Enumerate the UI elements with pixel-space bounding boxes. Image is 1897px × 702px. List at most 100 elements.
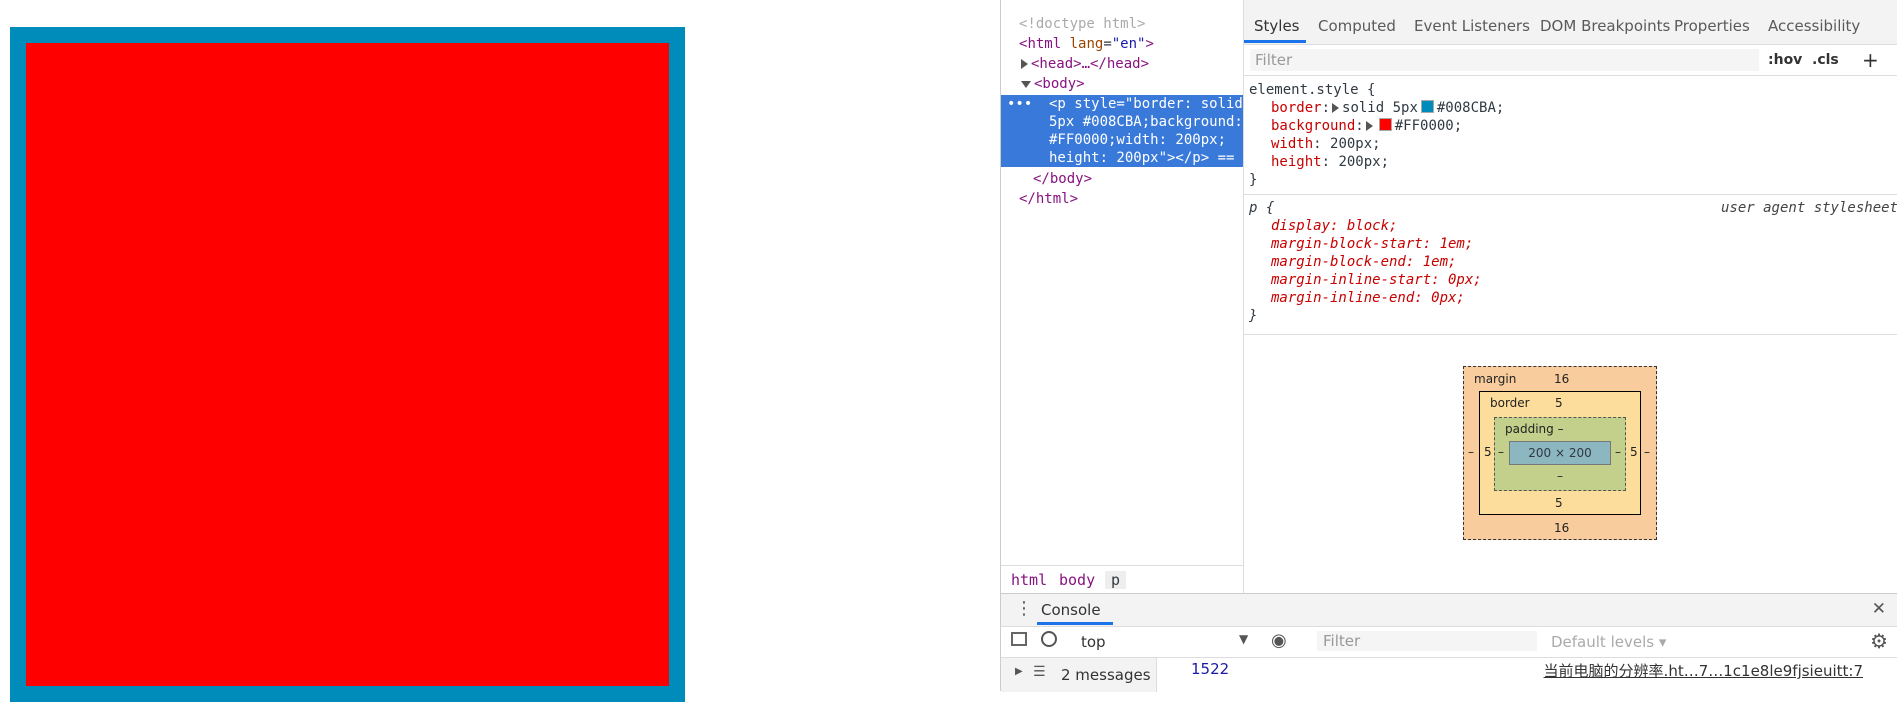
log-source-link[interactable]: 当前电脑的分辨率.ht…7…1c1e8le9fjsieuitt:7 xyxy=(1544,660,1863,681)
clear-console-icon[interactable] xyxy=(1041,631,1057,647)
console-tab-bar: ⋮ Console ✕ xyxy=(1001,594,1897,627)
crumb-body[interactable]: body xyxy=(1059,571,1095,589)
expand-border-icon[interactable] xyxy=(1332,103,1340,113)
color-swatch-icon[interactable] xyxy=(1378,118,1392,131)
dom-doctype: <!doctype html> xyxy=(1019,16,1146,32)
border-left-value[interactable]: 5 xyxy=(1484,445,1492,459)
list-icon: ☰ xyxy=(1033,664,1046,680)
box-model-diagram: margin 16 16 – – border 5 5 5 5 padding … xyxy=(1463,366,1657,540)
eye-icon[interactable]: ◉ xyxy=(1271,630,1287,651)
styles-pane: Styles Computed Event Listeners DOM Brea… xyxy=(1244,0,1897,593)
chevron-down-icon[interactable]: ▼ xyxy=(1239,632,1248,646)
background-prop-name: background xyxy=(1271,118,1356,134)
log-levels-dropdown[interactable]: Default levels ▾ xyxy=(1551,633,1666,651)
ua-margin-block-end: margin-block-end: 1em; xyxy=(1271,254,1457,270)
margin-label: margin xyxy=(1474,372,1517,386)
page-viewport xyxy=(0,0,1000,702)
head-tag: <head>…</head> xyxy=(1031,56,1150,72)
console-drawer: ⋮ Console ✕ top ▼ ◉ Filter Default level… xyxy=(1001,593,1897,692)
hov-button[interactable]: :hov xyxy=(1768,52,1802,68)
border-top-value[interactable]: 5 xyxy=(1555,396,1563,410)
tab-event-listeners[interactable]: Event Listeners xyxy=(1414,17,1530,35)
padding-bottom-value[interactable]: – xyxy=(1557,469,1563,483)
padding-label: padding – xyxy=(1505,422,1564,436)
devtools-panel: <!doctype html> <html lang="en"> <head>…… xyxy=(1000,0,1897,692)
styles-tab-bar: Styles Computed Event Listeners DOM Brea… xyxy=(1244,0,1897,45)
breadcrumb: html body p xyxy=(1001,565,1243,594)
color-swatch-icon[interactable] xyxy=(1420,100,1434,113)
dom-body-open[interactable]: <body> xyxy=(1021,75,1085,93)
dom-selected-p[interactable]: ••• <p style="border: solid 5px #008CBA;… xyxy=(1001,95,1260,167)
ua-close-brace: } xyxy=(1249,308,1258,324)
ua-selector: p { xyxy=(1249,200,1275,216)
dom-html-close[interactable]: </html> xyxy=(1019,190,1078,208)
ua-display: display: block; xyxy=(1271,218,1398,234)
body-tag: <body> xyxy=(1034,76,1085,92)
height-prop-name: height xyxy=(1271,154,1322,170)
sidebar-toggle-icon[interactable] xyxy=(1011,632,1027,646)
background-declaration[interactable]: background: #FF0000; xyxy=(1271,117,1462,135)
context-selector[interactable]: top xyxy=(1081,633,1106,651)
html-lang-attr: lang xyxy=(1069,36,1104,52)
ua-margin-inline-start: margin-inline-start: 0px; xyxy=(1271,272,1482,288)
width-prop-name: width xyxy=(1271,136,1314,152)
new-rule-button[interactable]: + xyxy=(1862,48,1879,72)
selected-line-1: <p style="border: solid xyxy=(1049,96,1243,112)
dom-head-collapsed[interactable]: <head>…</head> xyxy=(1021,55,1149,73)
log-value: 1522 xyxy=(1191,660,1230,678)
tab-styles[interactable]: Styles xyxy=(1254,17,1300,35)
rule-close-brace: } xyxy=(1249,172,1258,188)
height-prop-value: 200px; xyxy=(1338,154,1390,170)
margin-bottom-value[interactable]: 16 xyxy=(1554,521,1569,535)
padding-right-value[interactable]: – xyxy=(1615,445,1621,459)
box-model-border: border 5 5 5 5 padding – – – – 200 × 200 xyxy=(1479,391,1641,515)
dom-body-close[interactable]: </body> xyxy=(1033,170,1092,188)
selected-line-4: height: 200px"></p> == $0 xyxy=(1049,150,1260,166)
border-declaration[interactable]: border: solid 5px #008CBA; xyxy=(1271,99,1504,117)
close-drawer-button[interactable]: ✕ xyxy=(1872,599,1886,619)
tab-computed[interactable]: Computed xyxy=(1318,17,1396,35)
html-tag-name: html xyxy=(1027,36,1062,52)
collapse-triangle-icon[interactable] xyxy=(1021,80,1031,88)
gear-icon[interactable]: ⚙ xyxy=(1870,629,1888,653)
border-label: border xyxy=(1490,396,1530,410)
expand-background-icon[interactable] xyxy=(1365,121,1373,131)
console-tab[interactable]: Console xyxy=(1041,601,1101,619)
width-declaration[interactable]: width: 200px; xyxy=(1271,135,1381,153)
crumb-html[interactable]: html xyxy=(1011,571,1047,589)
dom-html-open[interactable]: <html lang="en"> xyxy=(1019,35,1154,53)
tab-properties[interactable]: Properties xyxy=(1674,17,1750,35)
crumb-p[interactable]: p xyxy=(1105,571,1127,589)
styles-filter-input[interactable]: Filter xyxy=(1250,49,1759,71)
console-filter-input[interactable]: Filter xyxy=(1317,631,1537,651)
box-model-content[interactable]: 200 × 200 xyxy=(1509,441,1611,465)
messages-count[interactable]: 2 messages xyxy=(1061,666,1151,684)
expand-triangle-icon[interactable] xyxy=(1021,59,1028,69)
tab-dom-breakpoints[interactable]: DOM Breakpoints xyxy=(1540,17,1670,35)
margin-right-value[interactable]: – xyxy=(1644,445,1650,459)
border-bottom-value[interactable]: 5 xyxy=(1555,496,1563,510)
border-right-value[interactable]: 5 xyxy=(1630,445,1638,459)
more-dots-icon[interactable]: ••• xyxy=(1007,95,1032,113)
red-box-element xyxy=(10,27,685,702)
ua-margin-block-start: margin-block-start: 1em; xyxy=(1271,236,1474,252)
width-prop-value: 200px; xyxy=(1330,136,1381,152)
tab-accessibility[interactable]: Accessibility xyxy=(1768,17,1860,35)
border-prop-name: border xyxy=(1271,100,1322,116)
active-tab-indicator xyxy=(1244,40,1306,43)
box-model-padding: padding – – – – 200 × 200 xyxy=(1494,417,1626,491)
ua-source-label: user agent stylesheet xyxy=(1720,200,1897,216)
expand-messages-icon[interactable]: ▶ xyxy=(1015,666,1023,677)
margin-left-value[interactable]: – xyxy=(1468,445,1474,459)
cls-button[interactable]: .cls xyxy=(1812,52,1839,68)
margin-top-value[interactable]: 16 xyxy=(1554,372,1569,386)
ua-style-rule: p { user agent stylesheet display: block… xyxy=(1244,199,1897,335)
padding-left-value[interactable]: – xyxy=(1498,445,1504,459)
console-tab-indicator xyxy=(1037,622,1113,625)
element-style-rule: element.style { border: solid 5px #008CBA;… xyxy=(1244,81,1897,195)
height-declaration[interactable]: height: 200px; xyxy=(1271,153,1389,171)
background-color-value: #FF0000 xyxy=(1394,118,1454,134)
message-sidebar: ▶ ☰ 2 messages xyxy=(1001,658,1157,692)
drawer-menu-icon[interactable]: ⋮ xyxy=(1015,598,1033,619)
styles-filter-bar: Filter :hov .cls + xyxy=(1244,45,1897,76)
